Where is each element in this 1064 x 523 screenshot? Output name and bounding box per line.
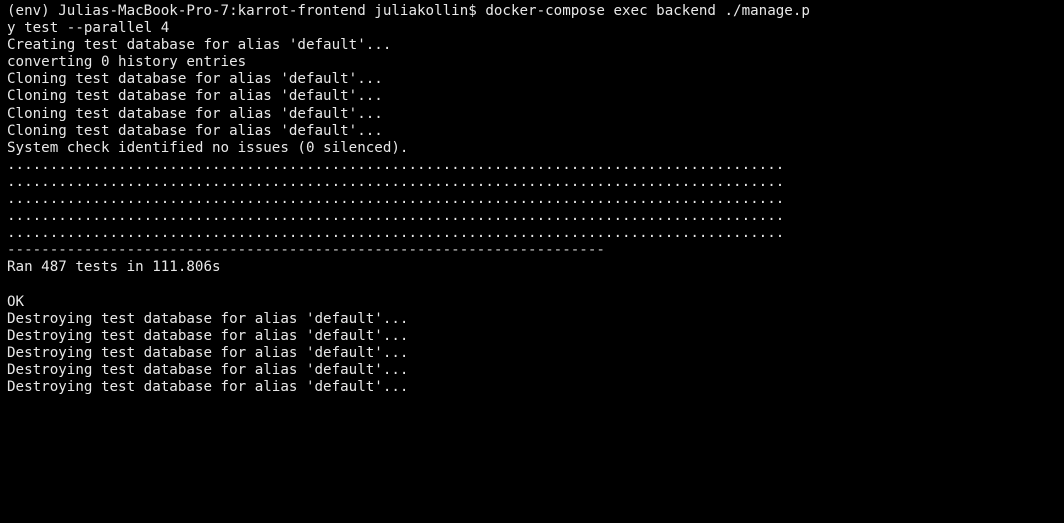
separator-line: ----------------------------------------… <box>7 242 605 259</box>
command-continuation-line: y test --parallel 4 <box>7 20 170 37</box>
output-line: Cloning test database for alias 'default… <box>7 105 383 122</box>
output-line: Destroying test database for alias 'defa… <box>7 327 409 344</box>
terminal-window[interactable]: (env) Julias-MacBook-Pro-7:karrot-fronte… <box>0 0 1064 523</box>
test-progress-dots: ........................................… <box>7 173 785 190</box>
output-line: Cloning test database for alias 'default… <box>7 71 383 88</box>
output-line: System check identified no issues (0 sil… <box>7 139 409 156</box>
command-prompt-line: (env) Julias-MacBook-Pro-7:karrot-fronte… <box>7 3 810 19</box>
test-summary-line: Ran 487 tests in 111.806s <box>7 259 221 276</box>
test-progress-dots: ........................................… <box>7 208 785 225</box>
test-progress-dots: ........................................… <box>7 191 785 208</box>
test-result-status: OK <box>7 293 25 310</box>
output-line: Destroying test database for alias 'defa… <box>7 344 409 361</box>
output-line: Creating test database for alias 'defaul… <box>7 37 392 54</box>
test-progress-dots: ........................................… <box>7 156 785 173</box>
output-line: Cloning test database for alias 'default… <box>7 122 383 139</box>
output-line: Destroying test database for alias 'defa… <box>7 310 409 327</box>
test-progress-dots: ........................................… <box>7 225 785 242</box>
output-line: Destroying test database for alias 'defa… <box>7 379 409 396</box>
output-line: Cloning test database for alias 'default… <box>7 88 383 105</box>
output-line: Destroying test database for alias 'defa… <box>7 361 409 378</box>
output-line: converting 0 history entries <box>7 54 247 71</box>
